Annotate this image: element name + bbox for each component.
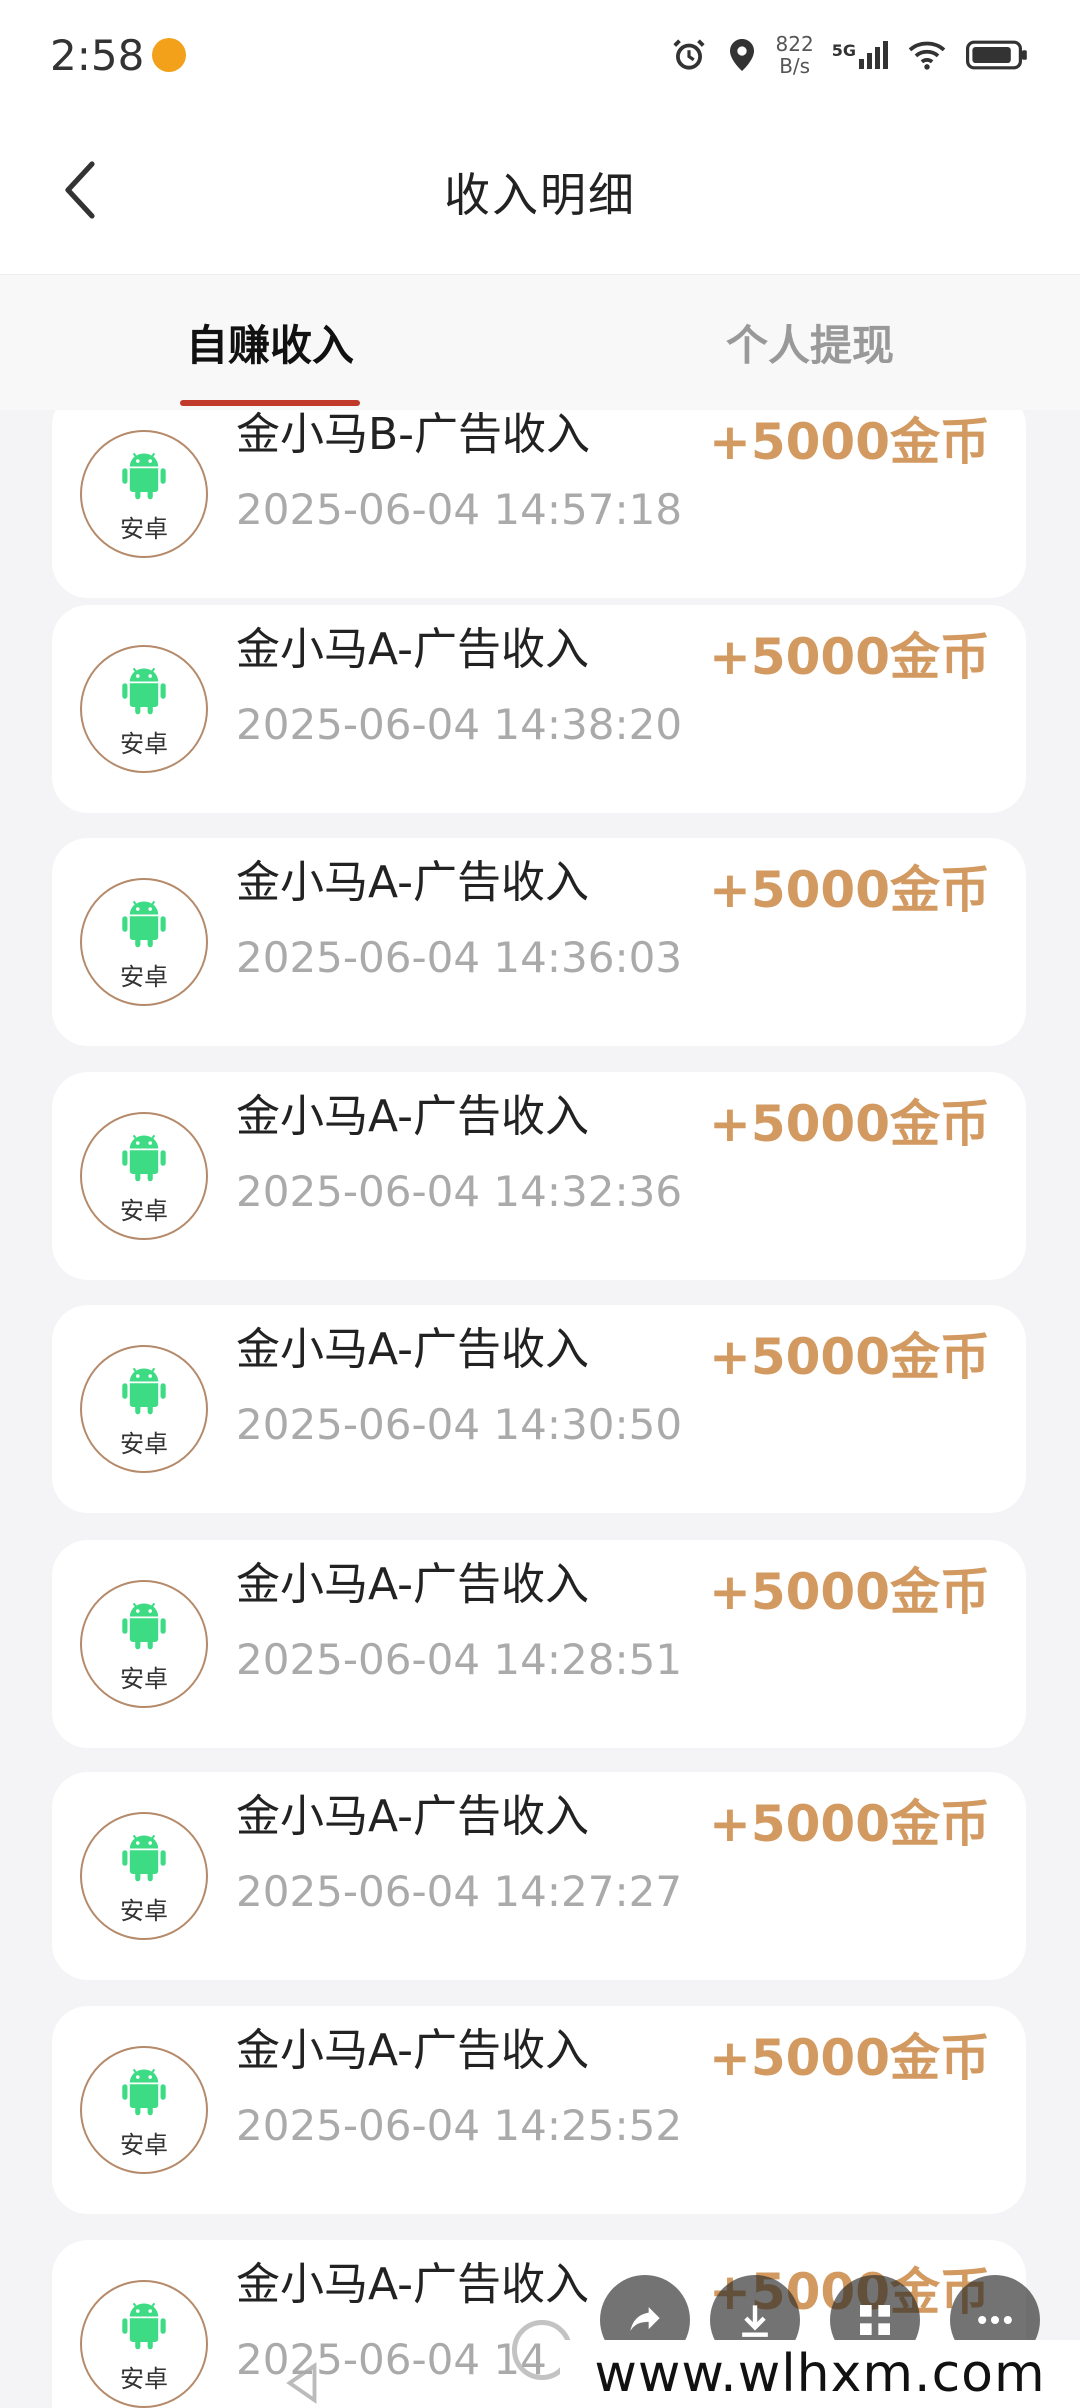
android-icon: [122, 900, 166, 947]
android-icon: [122, 2302, 166, 2349]
item-title: 金小马A-广告收入: [236, 1791, 590, 1842]
android-icon: [122, 667, 166, 714]
item-title: 金小马A-广告收入: [236, 1091, 590, 1142]
status-time: 2:58: [50, 30, 187, 80]
tab-withdrawal[interactable]: 个人提现: [540, 275, 1080, 410]
item-title: 金小马B-广告收入: [236, 410, 591, 460]
android-badge: 安卓: [80, 1580, 208, 1708]
grid-icon: [860, 2305, 890, 2335]
list-item[interactable]: 安卓 金小马A-广告收入 2025-06-04 14:30:50 +5000金币: [52, 1305, 1026, 1513]
item-title: 金小马A-广告收入: [236, 2259, 590, 2310]
signal-icon: 5G: [832, 41, 888, 69]
item-time: 2025-06-04 14:38:20: [236, 700, 683, 749]
item-amount: +5000金币: [708, 1563, 990, 1621]
chevron-left-icon: [65, 161, 95, 219]
network-type: 5G: [831, 41, 856, 60]
android-icon: [122, 452, 166, 499]
badge-label: 安卓: [120, 2130, 168, 2159]
battery-icon: [966, 40, 1027, 70]
item-amount: +5000金币: [708, 628, 990, 686]
item-title: 金小马A-广告收入: [236, 857, 590, 908]
tab-label: 个人提现: [725, 321, 894, 370]
item-title: 金小马A-广告收入: [236, 2025, 590, 2076]
location-icon: [729, 39, 754, 71]
android-badge: 安卓: [80, 2280, 208, 2408]
badge-label: 安卓: [120, 2364, 168, 2393]
network-speed: 822 B/s: [776, 33, 814, 77]
watermark-text: www.wlhxm.com: [560, 2340, 1080, 2408]
list-item[interactable]: 安卓 金小马A-广告收入 2025-06-04 14:27:27 +5000金币: [52, 1772, 1026, 1980]
badge-label: 安卓: [120, 729, 168, 758]
notification-icon: [152, 38, 187, 72]
active-tab-indicator: [180, 400, 360, 406]
tab-bar: 自赚收入 个人提现: [0, 275, 1080, 410]
item-amount: +5000金币: [708, 1095, 990, 1153]
android-icon: [122, 2068, 166, 2115]
android-badge: 安卓: [80, 878, 208, 1006]
item-amount: +5000金币: [708, 1328, 990, 1386]
item-title: 金小马A-广告收入: [236, 624, 590, 675]
list-item[interactable]: 安卓 金小马A-广告收入 2025-06-04 14:25:52 +5000金币: [52, 2006, 1026, 2214]
badge-label: 安卓: [120, 1196, 168, 1225]
back-button[interactable]: [40, 150, 120, 230]
share-icon: [630, 2307, 660, 2331]
badge-label: 安卓: [120, 1429, 168, 1458]
android-badge: 安卓: [80, 645, 208, 773]
item-amount: +5000金币: [708, 861, 990, 919]
list-item[interactable]: 安卓 金小马A-广告收入 2025-06-04 14:32:36 +5000金币: [52, 1072, 1026, 1280]
android-badge: 安卓: [80, 1112, 208, 1240]
page-title: 收入明细: [444, 168, 636, 222]
tab-self-earned[interactable]: 自赚收入: [0, 275, 540, 410]
list-item[interactable]: 安卓 金小马A-广告收入 2025-06-04 14:38:20 +5000金币: [52, 605, 1026, 813]
android-icon: [122, 1134, 166, 1181]
nav-back-icon[interactable]: [280, 2360, 326, 2406]
item-amount: +5000金币: [708, 413, 990, 471]
clock-text: 2:58: [50, 30, 145, 80]
status-icons: 822 B/s 5G: [670, 33, 1030, 77]
android-badge: 安卓: [80, 2046, 208, 2174]
badge-label: 安卓: [120, 1664, 168, 1693]
badge-label: 安卓: [120, 962, 168, 991]
list-item[interactable]: 安卓 金小马A-广告收入 2025-06-04 14:36:03 +5000金币: [52, 838, 1026, 1046]
android-badge: 安卓: [80, 430, 208, 558]
badge-label: 安卓: [120, 1896, 168, 1925]
item-time: 2025-06-04 14:30:50: [236, 1400, 683, 1449]
list-item[interactable]: 安卓 金小马A-广告收入 2025-06-04 14:28:51 +5000金币: [52, 1540, 1026, 1748]
badge-label: 安卓: [120, 514, 168, 543]
item-amount: +5000金币: [708, 1795, 990, 1853]
more-dots-icon: [978, 2315, 1012, 2325]
download-icon: [742, 2305, 768, 2337]
android-icon: [122, 1834, 166, 1881]
app-header: 收入明细: [0, 110, 1080, 275]
android-badge: 安卓: [80, 1812, 208, 1940]
tab-label: 自赚收入: [185, 321, 354, 370]
item-title: 金小马A-广告收入: [236, 1324, 590, 1375]
item-time: 2025-06-04 14:25:52: [236, 2101, 683, 2150]
speed-value: 822: [775, 32, 814, 56]
item-title: 金小马A-广告收入: [236, 1559, 590, 1610]
item-amount: +5000金币: [708, 2029, 990, 2087]
item-time: 2025-06-04 14:36:03: [236, 933, 683, 982]
android-badge: 安卓: [80, 1345, 208, 1473]
alarm-icon: [672, 39, 705, 70]
item-time: 2025-06-04 14:28:51: [236, 1635, 683, 1684]
income-list[interactable]: 安卓 金小马B-广告收入 2025-06-04 14:57:18 +5000金币…: [0, 410, 1080, 2408]
speed-unit: B/s: [779, 54, 811, 78]
list-item[interactable]: 安卓 金小马B-广告收入 2025-06-04 14:57:18 +5000金币: [52, 410, 1026, 598]
item-time: 2025-06-04 14:27:27: [236, 1867, 683, 1916]
status-bar: 2:58 822 B/s 5G: [0, 0, 1080, 110]
item-time: 2025-06-04 14:32:36: [236, 1167, 683, 1216]
android-icon: [122, 1602, 166, 1649]
wifi-icon: [908, 41, 946, 70]
item-time: 2025-06-04 14:57:18: [236, 485, 683, 534]
android-icon: [122, 1367, 166, 1414]
